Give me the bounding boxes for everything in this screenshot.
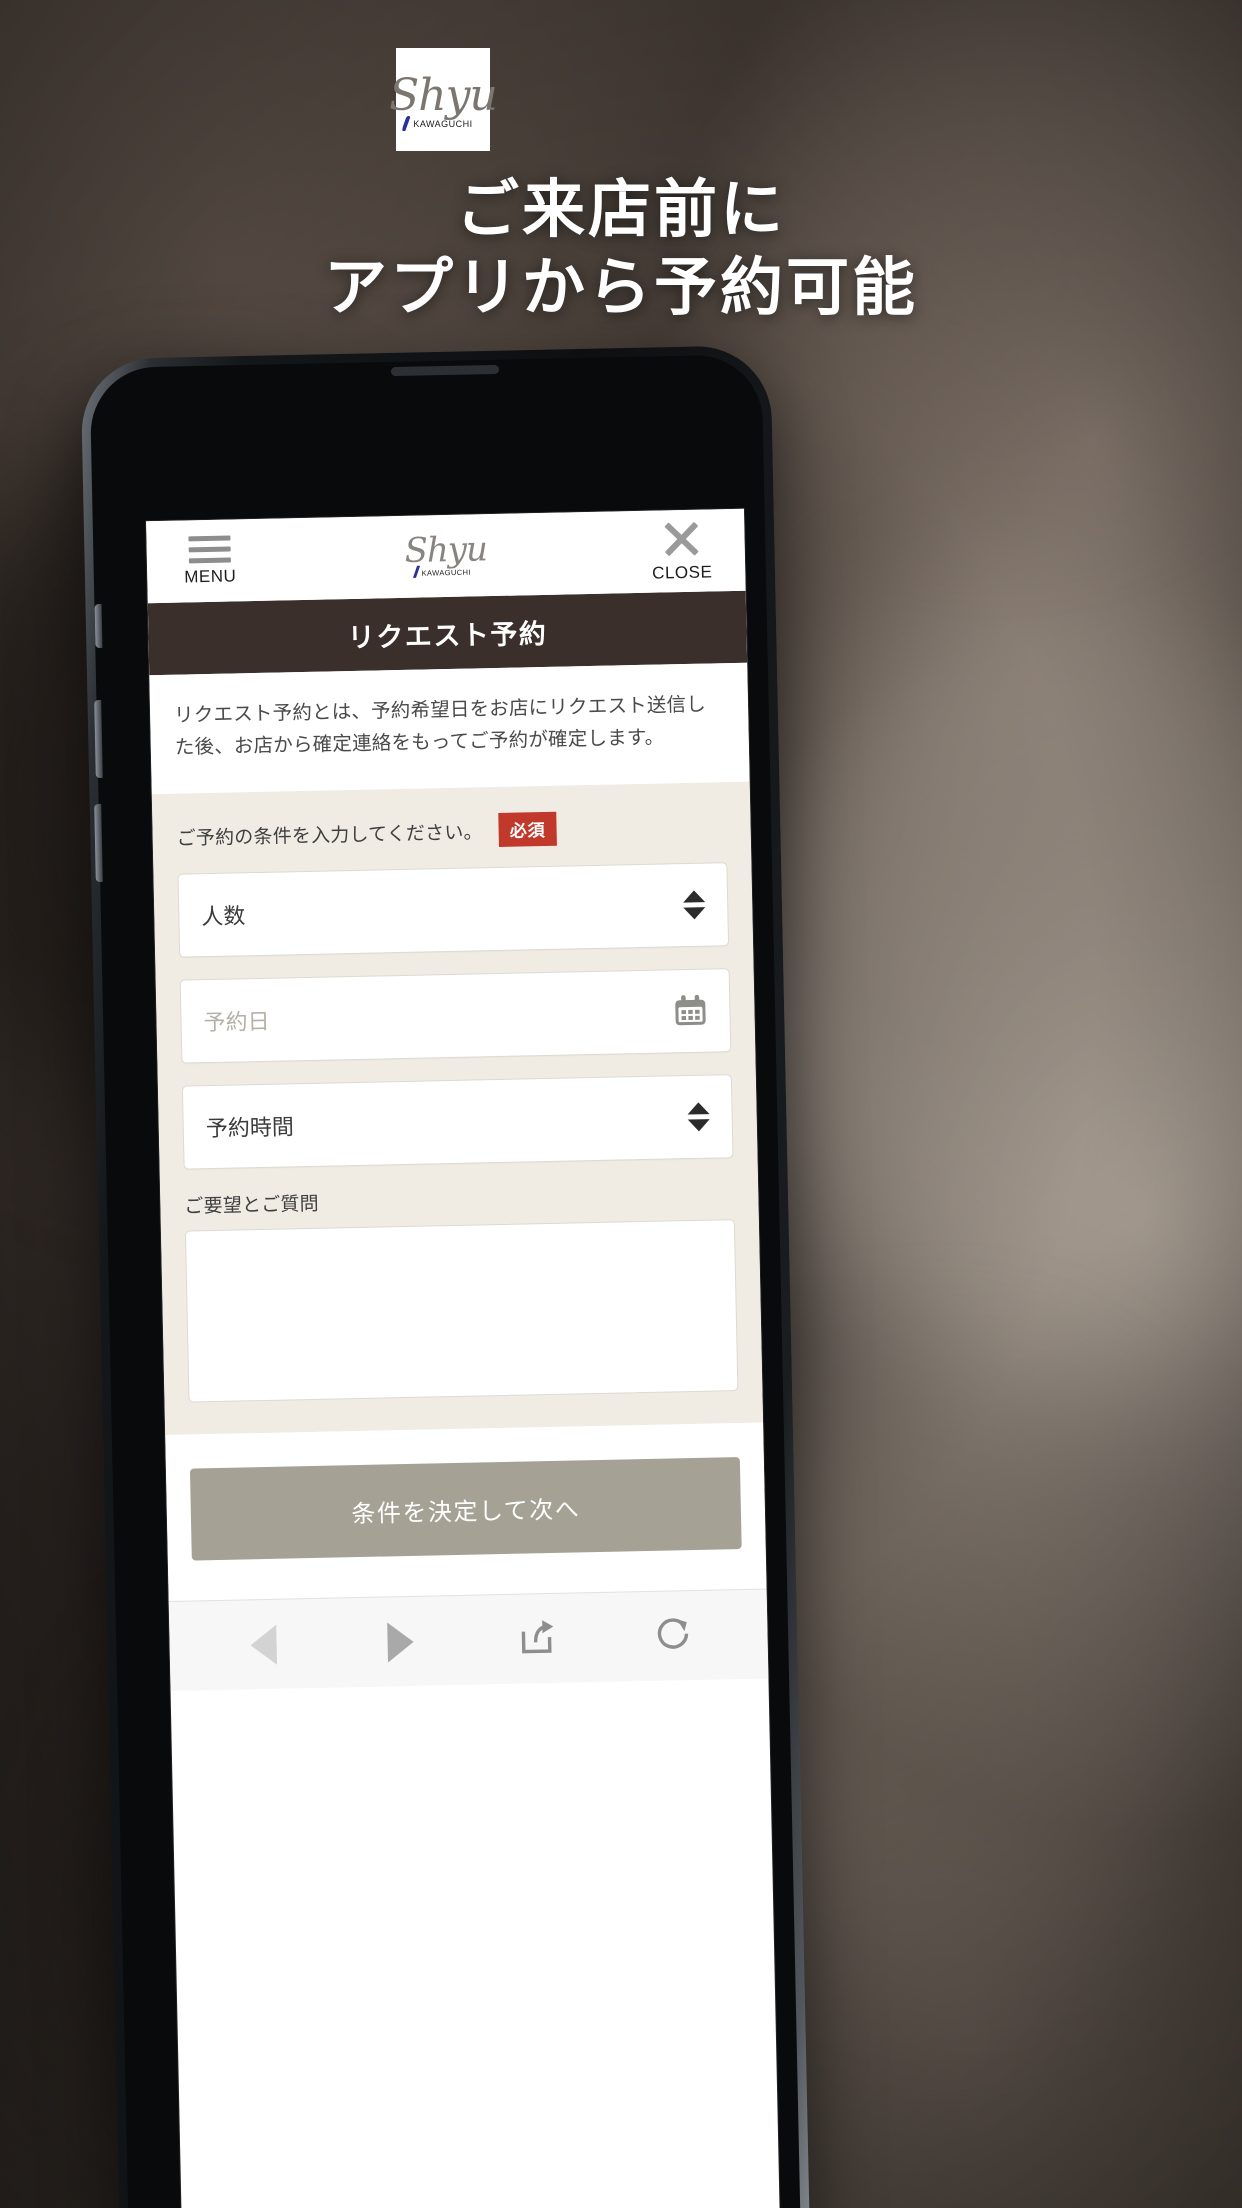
hamburger-icon	[188, 534, 231, 563]
back-button[interactable]	[224, 1614, 303, 1676]
reload-icon	[653, 1613, 694, 1659]
phone-mute-switch	[94, 603, 103, 649]
reload-button[interactable]	[634, 1605, 713, 1667]
promo-headline: ご来店前に アプリから予約可能	[0, 173, 1242, 326]
form-section-label: ご予約の条件を入力してください。	[176, 821, 483, 850]
close-button-label: CLOSE	[651, 562, 713, 583]
submit-area: 条件を決定して次へ	[165, 1422, 767, 1602]
intro-paragraph: リクエスト予約とは、予約希望日をお店にリクエスト送信した後、お店から確定連絡をも…	[149, 662, 750, 795]
forward-arrow-icon	[386, 1621, 414, 1663]
form-section-header: ご予約の条件を入力してください。 必須	[176, 808, 727, 854]
requests-textarea-label: ご要望とご質問	[184, 1193, 320, 1218]
reservation-form: ご予約の条件を入力してください。 必須 人数 予約日 予約時間 ご要望とご質問	[151, 781, 764, 1436]
calendar-icon	[673, 994, 708, 1028]
app-header-logo: Shyu KAWAGUCHI	[404, 529, 488, 578]
phone-mockup: MENU Shyu KAWAGUCHI CLOSE リクエスト予約 リクエスト予	[80, 344, 810, 2208]
headline-line-1: ご来店前に	[456, 175, 786, 245]
party-size-select[interactable]: 人数	[177, 862, 730, 958]
up-down-stepper-icon	[682, 890, 706, 920]
app-header-logo-mark: Shyu	[404, 529, 488, 572]
phone-screen: MENU Shyu KAWAGUCHI CLOSE リクエスト予約 リクエスト予	[146, 508, 780, 2208]
headline-line-2: アプリから予約可能	[324, 253, 918, 324]
reservation-time-value: 予約時間	[205, 1114, 295, 1142]
app-header-logo-subtitle: KAWAGUCHI	[412, 565, 471, 578]
menu-button-label: MENU	[184, 565, 237, 586]
forward-button[interactable]	[361, 1611, 440, 1673]
app-header: MENU Shyu KAWAGUCHI CLOSE	[146, 508, 746, 604]
requests-textarea[interactable]	[184, 1219, 739, 1403]
share-icon	[516, 1616, 557, 1662]
browser-toolbar	[168, 1588, 769, 1692]
close-x-icon	[661, 519, 702, 560]
menu-button[interactable]: MENU	[166, 534, 253, 588]
close-button[interactable]: CLOSE	[638, 518, 725, 584]
reservation-date-placeholder: 予約日	[203, 1008, 270, 1036]
reservation-time-select[interactable]: 予約時間	[181, 1074, 734, 1170]
brand-logo-sub-text: KAWAGUCHI	[413, 118, 473, 129]
app-header-logo-sub-text: KAWAGUCHI	[421, 567, 471, 578]
submit-button[interactable]: 条件を決定して次へ	[189, 1457, 742, 1561]
required-badge: 必須	[498, 811, 558, 848]
brand-logo: Shyu KAWAGUCHI	[389, 48, 498, 151]
promo-screenshot: Shyu KAWAGUCHI ご来店前に アプリから予約可能 MENU Shyu…	[0, 0, 1242, 2208]
reservation-date-input[interactable]: 予約日	[179, 968, 732, 1064]
up-down-stepper-icon	[687, 1102, 710, 1132]
party-size-value: 人数	[201, 903, 246, 930]
brand-logo-mark: Shyu	[389, 70, 498, 122]
share-button[interactable]	[497, 1608, 576, 1670]
brand-logo-subtitle: KAWAGUCHI	[401, 115, 473, 131]
back-arrow-icon	[250, 1624, 278, 1665]
page-title: リクエスト予約	[147, 590, 748, 676]
